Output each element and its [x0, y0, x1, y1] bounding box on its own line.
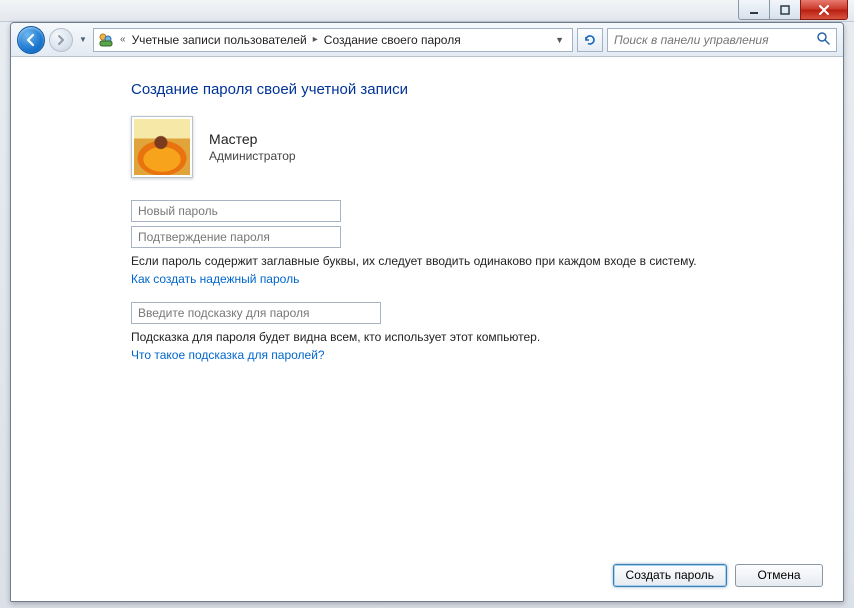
caps-warning-text: Если пароль содержит заглавные буквы, их…	[131, 254, 723, 268]
nav-history-dropdown[interactable]: ▼	[77, 35, 89, 44]
address-bar: ▼ « Учетные записи пользователей ▸ Созда…	[11, 23, 843, 57]
minimize-button[interactable]	[738, 0, 770, 20]
user-name: Мастер	[209, 131, 296, 147]
refresh-button[interactable]	[577, 28, 603, 52]
address-dropdown[interactable]: ▼	[551, 35, 568, 45]
breadcrumb-user-accounts[interactable]: Учетные записи пользователей	[132, 33, 307, 47]
confirm-password-input[interactable]	[131, 226, 341, 248]
window-controls	[739, 0, 848, 20]
search-input[interactable]	[614, 33, 816, 47]
maximize-button[interactable]	[769, 0, 801, 20]
search-box[interactable]	[607, 28, 837, 52]
chevron-right-icon: ▸	[311, 34, 320, 45]
breadcrumb-bar[interactable]: « Учетные записи пользователей ▸ Создани…	[93, 28, 573, 52]
nav-forward-button[interactable]	[49, 28, 73, 52]
avatar	[131, 116, 193, 178]
chevron-left-icon: «	[118, 34, 128, 45]
nav-back-button[interactable]	[17, 26, 45, 54]
user-role: Администратор	[209, 149, 296, 163]
avatar-image	[134, 119, 190, 175]
content-area: Создание пароля своей учетной записи Мас…	[11, 57, 843, 557]
background-strip	[0, 0, 854, 22]
cancel-button[interactable]: Отмена	[735, 564, 823, 587]
hint-warning-text: Подсказка для пароля будет видна всем, к…	[131, 330, 723, 344]
close-button[interactable]	[800, 0, 848, 20]
create-password-button[interactable]: Создать пароль	[613, 564, 727, 587]
window: ▼ « Учетные записи пользователей ▸ Созда…	[10, 22, 844, 602]
page-title: Создание пароля своей учетной записи	[131, 81, 723, 98]
user-block: Мастер Администратор	[131, 116, 723, 178]
button-bar: Создать пароль Отмена	[11, 557, 843, 601]
user-accounts-icon	[98, 32, 114, 48]
strong-password-link[interactable]: Как создать надежный пароль	[131, 272, 299, 286]
search-icon[interactable]	[816, 31, 830, 48]
password-hint-input[interactable]	[131, 302, 381, 324]
new-password-input[interactable]	[131, 200, 341, 222]
breadcrumb-create-password[interactable]: Создание своего пароля	[324, 33, 461, 47]
password-hint-help-link[interactable]: Что такое подсказка для паролей?	[131, 348, 325, 362]
user-info: Мастер Администратор	[209, 131, 296, 163]
